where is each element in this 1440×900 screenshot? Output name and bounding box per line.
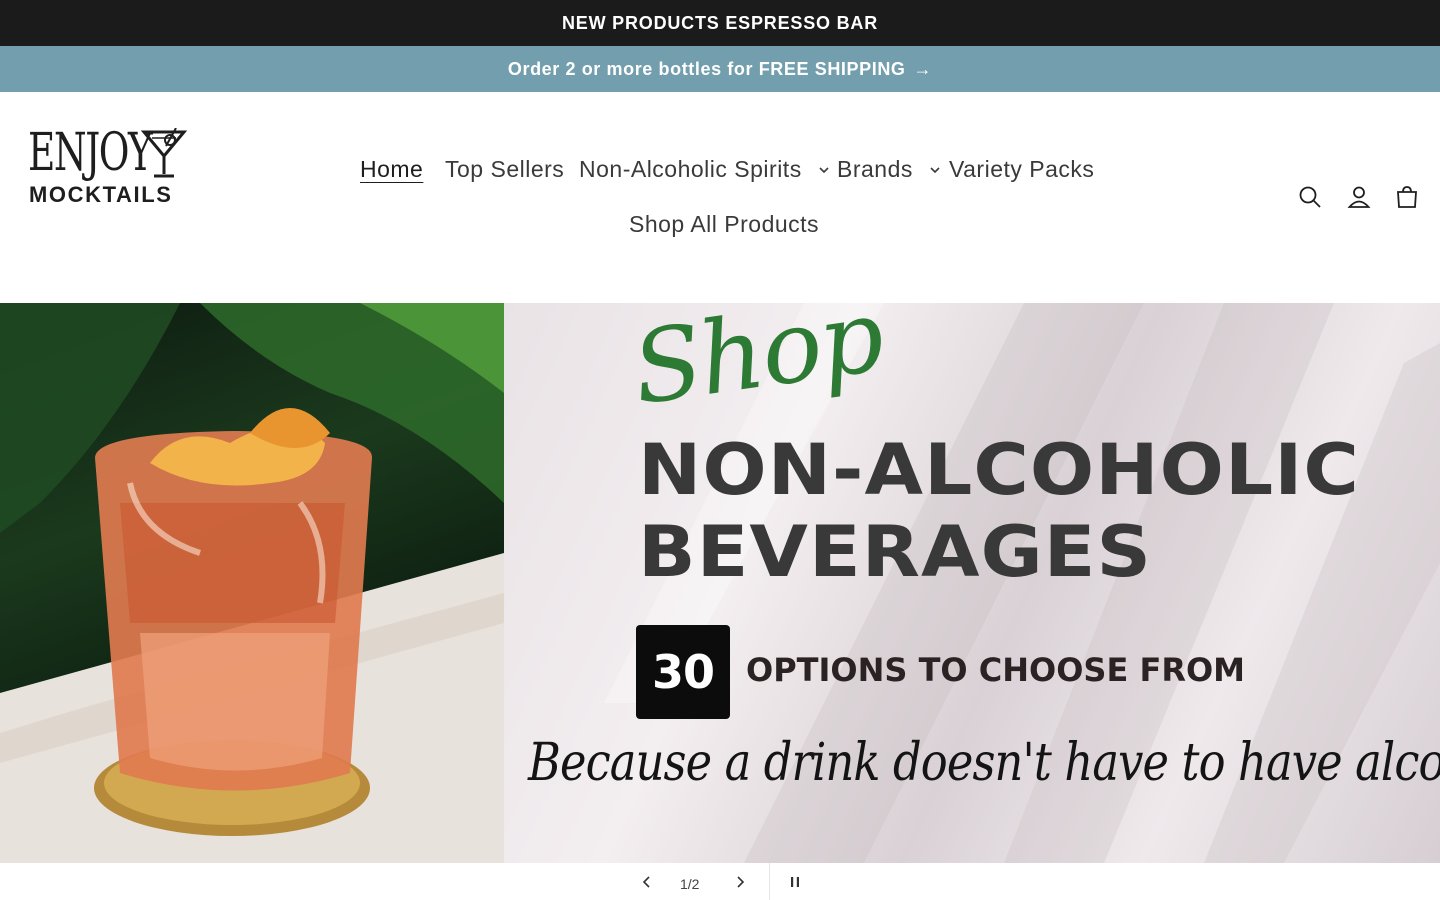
nav-top-sellers[interactable]: Top Sellers (445, 156, 564, 183)
nav-non-alcoholic-spirits[interactable]: Non-Alcoholic Spirits (579, 156, 829, 183)
nav-non-alcoholic-spirits-label: Non-Alcoholic Spirits (579, 156, 802, 182)
chevron-right-icon[interactable] (733, 875, 747, 894)
promo-banner[interactable]: Shop NON-ALCOHOLIC BEVERAGES 30 OPTIONS … (504, 303, 1440, 863)
options-count: 30 (651, 645, 715, 699)
chevron-down-icon (819, 167, 829, 174)
nav-shop-all-products[interactable]: Shop All Products (629, 211, 819, 238)
pause-icon[interactable] (788, 875, 802, 894)
nav-brands-label: Brands (837, 156, 913, 182)
site-header: ENJOY MOCKTAILS Home Top Sellers Non-Alc… (0, 92, 1440, 303)
announcement-bar: NEW PRODUCTS ESPRESSO BAR (0, 0, 1440, 46)
options-count-badge: 30 (636, 625, 730, 719)
nav-variety-packs[interactable]: Variety Packs (949, 156, 1094, 183)
announcement-text: NEW PRODUCTS ESPRESSO BAR (561, 12, 879, 33)
nav-home[interactable]: Home (360, 156, 423, 183)
chevron-left-icon[interactable] (640, 875, 654, 894)
headline-line1: NON-ALCOHOLIC (638, 429, 1360, 511)
search-icon[interactable] (1297, 184, 1323, 210)
free-shipping-bar[interactable]: Order 2 or more bottles for FREE SHIPPIN… (0, 46, 1440, 92)
chevron-down-icon (930, 167, 940, 174)
hero-slideshow[interactable]: Shop NON-ALCOHOLIC BEVERAGES 30 OPTIONS … (0, 303, 1440, 863)
cocktail-photo (0, 303, 504, 863)
main-navigation: Home Top Sellers Non-Alcoholic Spirits B… (0, 92, 1440, 303)
free-shipping-text[interactable]: Order 2 or more bottles for FREE SHIPPIN… (508, 59, 906, 80)
tagline-text: Because a drink doesn't have to have alc… (528, 733, 1440, 793)
nav-brands[interactable]: Brands (837, 156, 940, 183)
cart-icon[interactable] (1394, 184, 1420, 210)
options-text: OPTIONS TO CHOOSE FROM (746, 651, 1245, 689)
headline-line2: BEVERAGES (638, 511, 1153, 593)
account-icon[interactable] (1346, 184, 1372, 210)
controls-divider (769, 863, 770, 900)
slideshow-controls: 1/2 (0, 863, 1440, 900)
slide-counter: 1/2 (680, 876, 700, 892)
arrow-right-icon: → (913, 58, 933, 79)
